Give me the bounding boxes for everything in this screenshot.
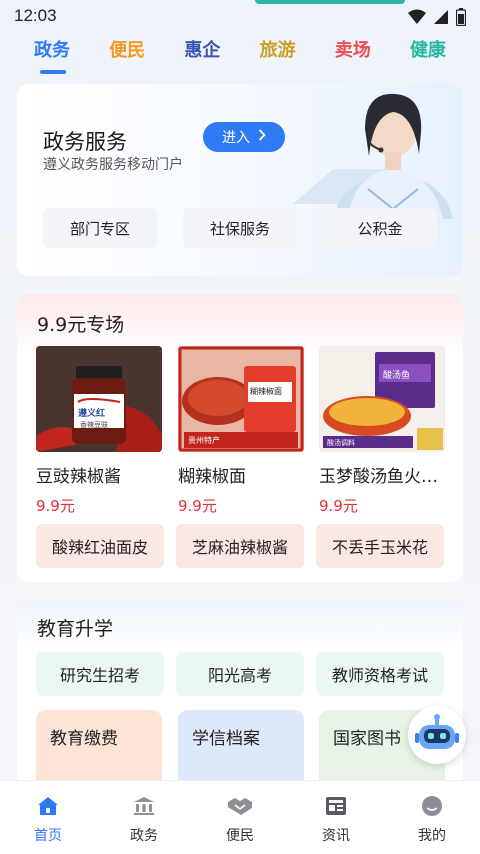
nav-item-convenience[interactable]: 便民 <box>192 781 288 854</box>
product-card[interactable]: 糊辣椒面 贵州特产 糊辣椒面 9.9元 <box>178 346 304 516</box>
category-tabs: 政务 便民 惠企 旅游 卖场 健康 <box>0 36 480 80</box>
handshake-icon <box>227 793 253 819</box>
social-security-button[interactable]: 社保服务 <box>183 208 297 248</box>
nav-label: 首页 <box>34 828 62 844</box>
tab-label: 政务 <box>34 40 70 61</box>
news-icon <box>323 793 349 819</box>
tab-health[interactable]: 健康 <box>410 36 446 66</box>
product-image-sublabel: 酸汤调料 <box>327 439 355 447</box>
product-name: 糊辣椒面 <box>178 467 246 487</box>
deals-title: 9.9元专场 <box>37 314 125 336</box>
active-tab-indicator <box>40 70 66 74</box>
product-image-label: 遵义红 <box>78 409 106 419</box>
deals-card: 9.9元专场 遵义红 香辣豆豉 豆豉辣椒酱 9.9元 糊辣椒面 贵州特产 糊辣椒… <box>17 294 463 582</box>
profile-icon <box>419 793 445 819</box>
product-image: 酸汤鱼 酸汤调料 <box>319 346 445 452</box>
tab-label: 卖场 <box>334 40 371 61</box>
enter-label: 进入 <box>222 130 250 146</box>
wifi-icon <box>408 9 426 29</box>
nav-item-profile[interactable]: 我的 <box>384 781 480 854</box>
nav-label: 便民 <box>226 828 254 844</box>
robot-icon <box>415 713 459 757</box>
tile-label: 教育缴费 <box>50 729 118 749</box>
department-zone-button[interactable]: 部门专区 <box>43 208 157 248</box>
battery-icon <box>455 8 467 30</box>
tile-label: 学信档案 <box>192 729 260 749</box>
service-subtitle: 遵义政务服务移动门户 <box>43 157 183 173</box>
housing-fund-button[interactable]: 公积金 <box>323 208 437 248</box>
product-card[interactable]: 遵义红 香辣豆豉 豆豉辣椒酱 9.9元 <box>36 346 162 516</box>
bottom-navigation: 首页 政务 便民 资讯 我的 <box>0 780 480 854</box>
product-image: 遵义红 香辣豆豉 <box>36 346 162 452</box>
status-icons <box>408 8 467 30</box>
government-icon <box>131 793 157 819</box>
status-time: 12:03 <box>14 6 57 25</box>
enter-button[interactable]: 进入 <box>203 122 285 152</box>
nav-item-news[interactable]: 资讯 <box>288 781 384 854</box>
nav-item-home[interactable]: 首页 <box>0 781 96 854</box>
graduate-exam-chip[interactable]: 研究生招考 <box>36 652 164 696</box>
tab-label: 便民 <box>109 40 146 61</box>
home-icon <box>35 793 61 819</box>
deal-tag-chip[interactable]: 酸辣红油面皮 <box>36 524 164 568</box>
tab-convenience[interactable]: 便民 <box>109 36 145 66</box>
tab-travel[interactable]: 旅游 <box>260 36 296 66</box>
product-card[interactable]: 酸汤鱼 酸汤调料 玉梦酸汤鱼火锅底料 9.9元 <box>319 346 447 516</box>
deal-tag-chip[interactable]: 芝麻油辣椒酱 <box>176 524 304 568</box>
nav-label: 我的 <box>418 828 446 844</box>
college-entrance-chip[interactable]: 阳光高考 <box>176 652 304 696</box>
tab-label: 健康 <box>409 40 446 61</box>
product-name: 玉梦酸汤鱼火锅底料 <box>319 467 447 487</box>
deal-tag-chip[interactable]: 不丢手玉米花 <box>316 524 444 568</box>
teacher-qualification-chip[interactable]: 教师资格考试 <box>316 652 444 696</box>
tab-government[interactable]: 政务 <box>34 36 70 74</box>
education-card: 教育升学 研究生招考 阳光高考 教师资格考试 教育缴费 学信档案 国家图书 <box>17 600 463 800</box>
robot-assistant-button[interactable] <box>408 706 466 764</box>
chevron-right-icon <box>258 129 266 145</box>
product-price: 9.9元 <box>36 497 75 515</box>
status-bar: 12:03 <box>0 0 480 32</box>
tab-mall[interactable]: 卖场 <box>335 36 371 66</box>
government-service-card: 政务服务 遵义政务服务移动门户 进入 部门专区 社保服务 公积金 <box>17 84 463 276</box>
product-name: 豆豉辣椒酱 <box>36 467 121 487</box>
status-indicator <box>255 0 405 4</box>
tile-label: 国家图书 <box>333 729 401 749</box>
product-image: 糊辣椒面 贵州特产 <box>178 346 304 452</box>
nav-label: 政务 <box>130 828 158 844</box>
education-title: 教育升学 <box>37 618 114 640</box>
customer-service-illustration <box>273 84 463 274</box>
service-title: 政务服务 <box>43 130 127 154</box>
product-price: 9.9元 <box>178 497 217 515</box>
product-image-label: 酸汤鱼 <box>383 371 411 381</box>
product-price: 9.9元 <box>319 497 358 515</box>
tab-label: 惠企 <box>184 40 221 61</box>
product-image-sublabel: 香辣豆豉 <box>80 421 108 429</box>
product-image-sublabel: 贵州特产 <box>188 436 220 445</box>
tab-business[interactable]: 惠企 <box>184 36 220 66</box>
tab-label: 旅游 <box>259 40 296 61</box>
signal-icon <box>434 9 448 29</box>
nav-item-government[interactable]: 政务 <box>96 781 192 854</box>
nav-label: 资讯 <box>322 828 350 844</box>
product-image-label: 糊辣椒面 <box>250 387 282 396</box>
